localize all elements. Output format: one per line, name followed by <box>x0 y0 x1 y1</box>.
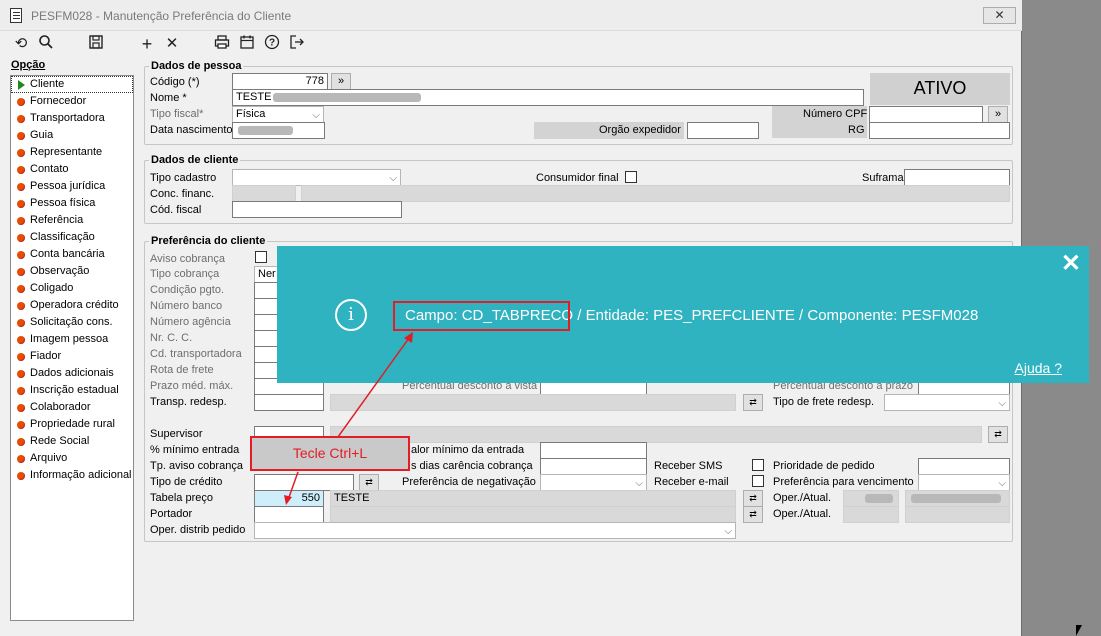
annotation-arrows <box>284 332 413 505</box>
mouse-cursor-icon <box>1076 625 1082 636</box>
shortcut-callout: Tecle Ctrl+L <box>250 436 410 471</box>
